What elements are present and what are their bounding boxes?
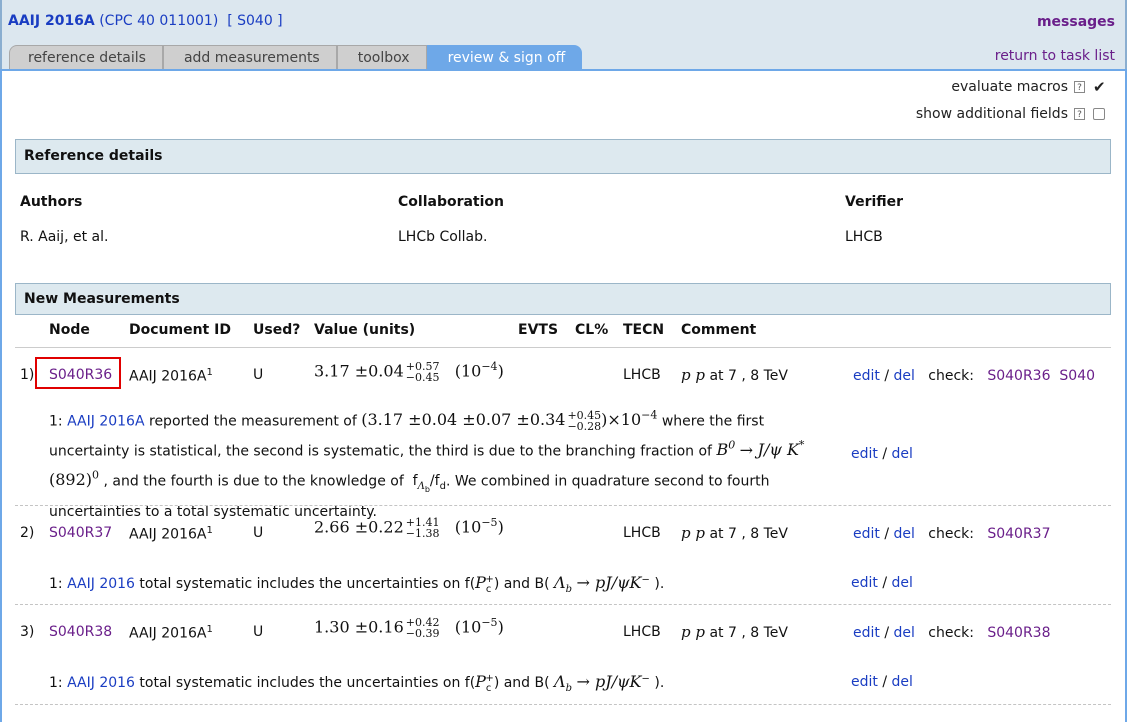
check-label: check: — [928, 625, 974, 641]
show-additional-fields-option: show additional fields ? — [916, 106, 1105, 122]
row-divider — [15, 604, 1111, 605]
row-divider — [15, 505, 1111, 506]
edit-link[interactable]: edit — [853, 368, 880, 384]
tab-bar: reference details add measurements toolb… — [9, 45, 583, 70]
measurement-value: 3.17 ±0.04 +0.57 −0.45 (10−4) — [314, 359, 504, 384]
evaluate-macros-checkbox[interactable]: ✔ — [1093, 80, 1106, 95]
document-id: AAIJ 2016A1 — [129, 624, 213, 642]
delete-link[interactable]: del — [892, 446, 913, 462]
tab-toolbox[interactable]: toolbox — [336, 45, 427, 70]
row-actions: edit / del check: S040R38 — [853, 625, 1051, 641]
delete-link[interactable]: del — [892, 674, 913, 690]
tab-reference-details[interactable]: reference details — [9, 45, 163, 70]
column-header-evts: EVTS — [518, 322, 559, 338]
show-additional-fields-label: show additional fields — [915, 106, 1068, 122]
footnote-ref-link[interactable]: AAIJ 2016A — [67, 413, 144, 429]
tab-review-sign-off[interactable]: review & sign off — [426, 45, 583, 70]
column-header-document-id: Document ID — [129, 322, 231, 338]
document-id: AAIJ 2016A1 — [129, 367, 213, 385]
edit-link[interactable]: edit — [853, 526, 880, 542]
tecn-value: LHCB — [623, 367, 661, 383]
check-link[interactable]: S040R36 — [987, 368, 1050, 384]
node-link[interactable]: S040R38 — [49, 624, 112, 640]
ref-node-link[interactable]: [ S040 ] — [227, 13, 282, 29]
comment-value: p p at 7 , 8 TeV — [681, 524, 788, 542]
node-link[interactable]: S040R37 — [49, 525, 112, 541]
footnote-ref-link[interactable]: AAIJ 2016 — [67, 675, 135, 691]
tecn-value: LHCB — [623, 525, 661, 541]
delete-link[interactable]: del — [892, 575, 913, 591]
reference-title: AAIJ 2016A (CPC 40 011001) [ S040 ] — [8, 13, 283, 29]
footnote: 1: AAIJ 2016A reported the measurement o… — [49, 408, 805, 521]
row-index: 1) — [20, 367, 35, 383]
footnote-ref-link[interactable]: AAIJ 2016 — [67, 576, 135, 592]
row-divider — [15, 704, 1111, 705]
edit-link[interactable]: edit — [851, 575, 878, 591]
footnote-actions: edit / del — [851, 446, 913, 462]
comment-value: p p at 7 , 8 TeV — [681, 366, 788, 384]
measurement-value: 1.30 ±0.16 +0.42 −0.39 (10−5) — [314, 615, 504, 640]
measurement-value: 2.66 ±0.22 +1.41 −1.38 (10−5) — [314, 515, 504, 540]
used-flag: U — [253, 525, 264, 541]
delete-link[interactable]: del — [894, 625, 915, 641]
messages-link[interactable]: messages — [1037, 14, 1115, 30]
check-link[interactable]: S040 — [1059, 368, 1095, 384]
ref-code-link[interactable]: AAIJ 2016A — [8, 13, 95, 29]
column-header-used: Used? — [253, 322, 301, 338]
row-index: 3) — [20, 624, 35, 640]
edit-link[interactable]: edit — [851, 674, 878, 690]
check-link[interactable]: S040R37 — [987, 526, 1050, 542]
footnote: 1: AAIJ 2016 total systematic includes t… — [49, 573, 665, 595]
check-label: check: — [928, 526, 974, 542]
verifier-label: Verifier — [845, 194, 904, 210]
evaluate-macros-label: evaluate macros — [951, 79, 1068, 95]
delete-link[interactable]: del — [894, 526, 915, 542]
column-header-cl: CL% — [575, 322, 609, 338]
column-header-node: Node — [49, 322, 90, 338]
selection-highlight — [35, 357, 121, 389]
row-index: 2) — [20, 525, 35, 541]
column-header-comment: Comment — [681, 322, 757, 338]
footnote-actions: edit / del — [851, 575, 913, 591]
new-measurements-heading: New Measurements — [15, 283, 1111, 315]
check-label: check: — [928, 368, 974, 384]
table-header-divider — [15, 347, 1111, 348]
comment-value: p p at 7 , 8 TeV — [681, 623, 788, 641]
column-header-value: Value (units) — [314, 322, 416, 338]
used-flag: U — [253, 367, 264, 383]
evaluate-macros-option: evaluate macros ? ✔ — [951, 79, 1105, 95]
header-bar: AAIJ 2016A (CPC 40 011001) [ S040 ] mess… — [0, 0, 1127, 70]
column-header-tecn: TECN — [623, 322, 665, 338]
help-icon[interactable]: ? — [1074, 108, 1085, 120]
row-actions: edit / del check: S040R37 — [853, 526, 1051, 542]
edit-link[interactable]: edit — [853, 625, 880, 641]
tab-add-measurements[interactable]: add measurements — [162, 45, 337, 70]
footnote-actions: edit / del — [851, 674, 913, 690]
ref-journal-link[interactable]: (CPC 40 011001) — [99, 13, 218, 29]
used-flag: U — [253, 624, 264, 640]
show-additional-fields-checkbox[interactable] — [1093, 108, 1105, 120]
tecn-value: LHCB — [623, 624, 661, 640]
verifier-value: LHCB — [845, 229, 883, 245]
authors-value: R. Aaij, et al. — [20, 229, 109, 245]
help-icon[interactable]: ? — [1074, 81, 1085, 93]
footnote: 1: AAIJ 2016 total systematic includes t… — [49, 672, 665, 694]
document-id: AAIJ 2016A1 — [129, 525, 213, 543]
row-actions: edit / del check: S040R36 S040 — [853, 368, 1096, 384]
delete-link[interactable]: del — [894, 368, 915, 384]
collaboration-value: LHCb Collab. — [398, 229, 488, 245]
reference-details-heading: Reference details — [15, 139, 1111, 174]
edit-link[interactable]: edit — [851, 446, 878, 462]
return-to-task-list-link[interactable]: return to task list — [995, 48, 1115, 64]
authors-label: Authors — [20, 194, 83, 210]
check-link[interactable]: S040R38 — [987, 625, 1050, 641]
collaboration-label: Collaboration — [398, 194, 505, 210]
